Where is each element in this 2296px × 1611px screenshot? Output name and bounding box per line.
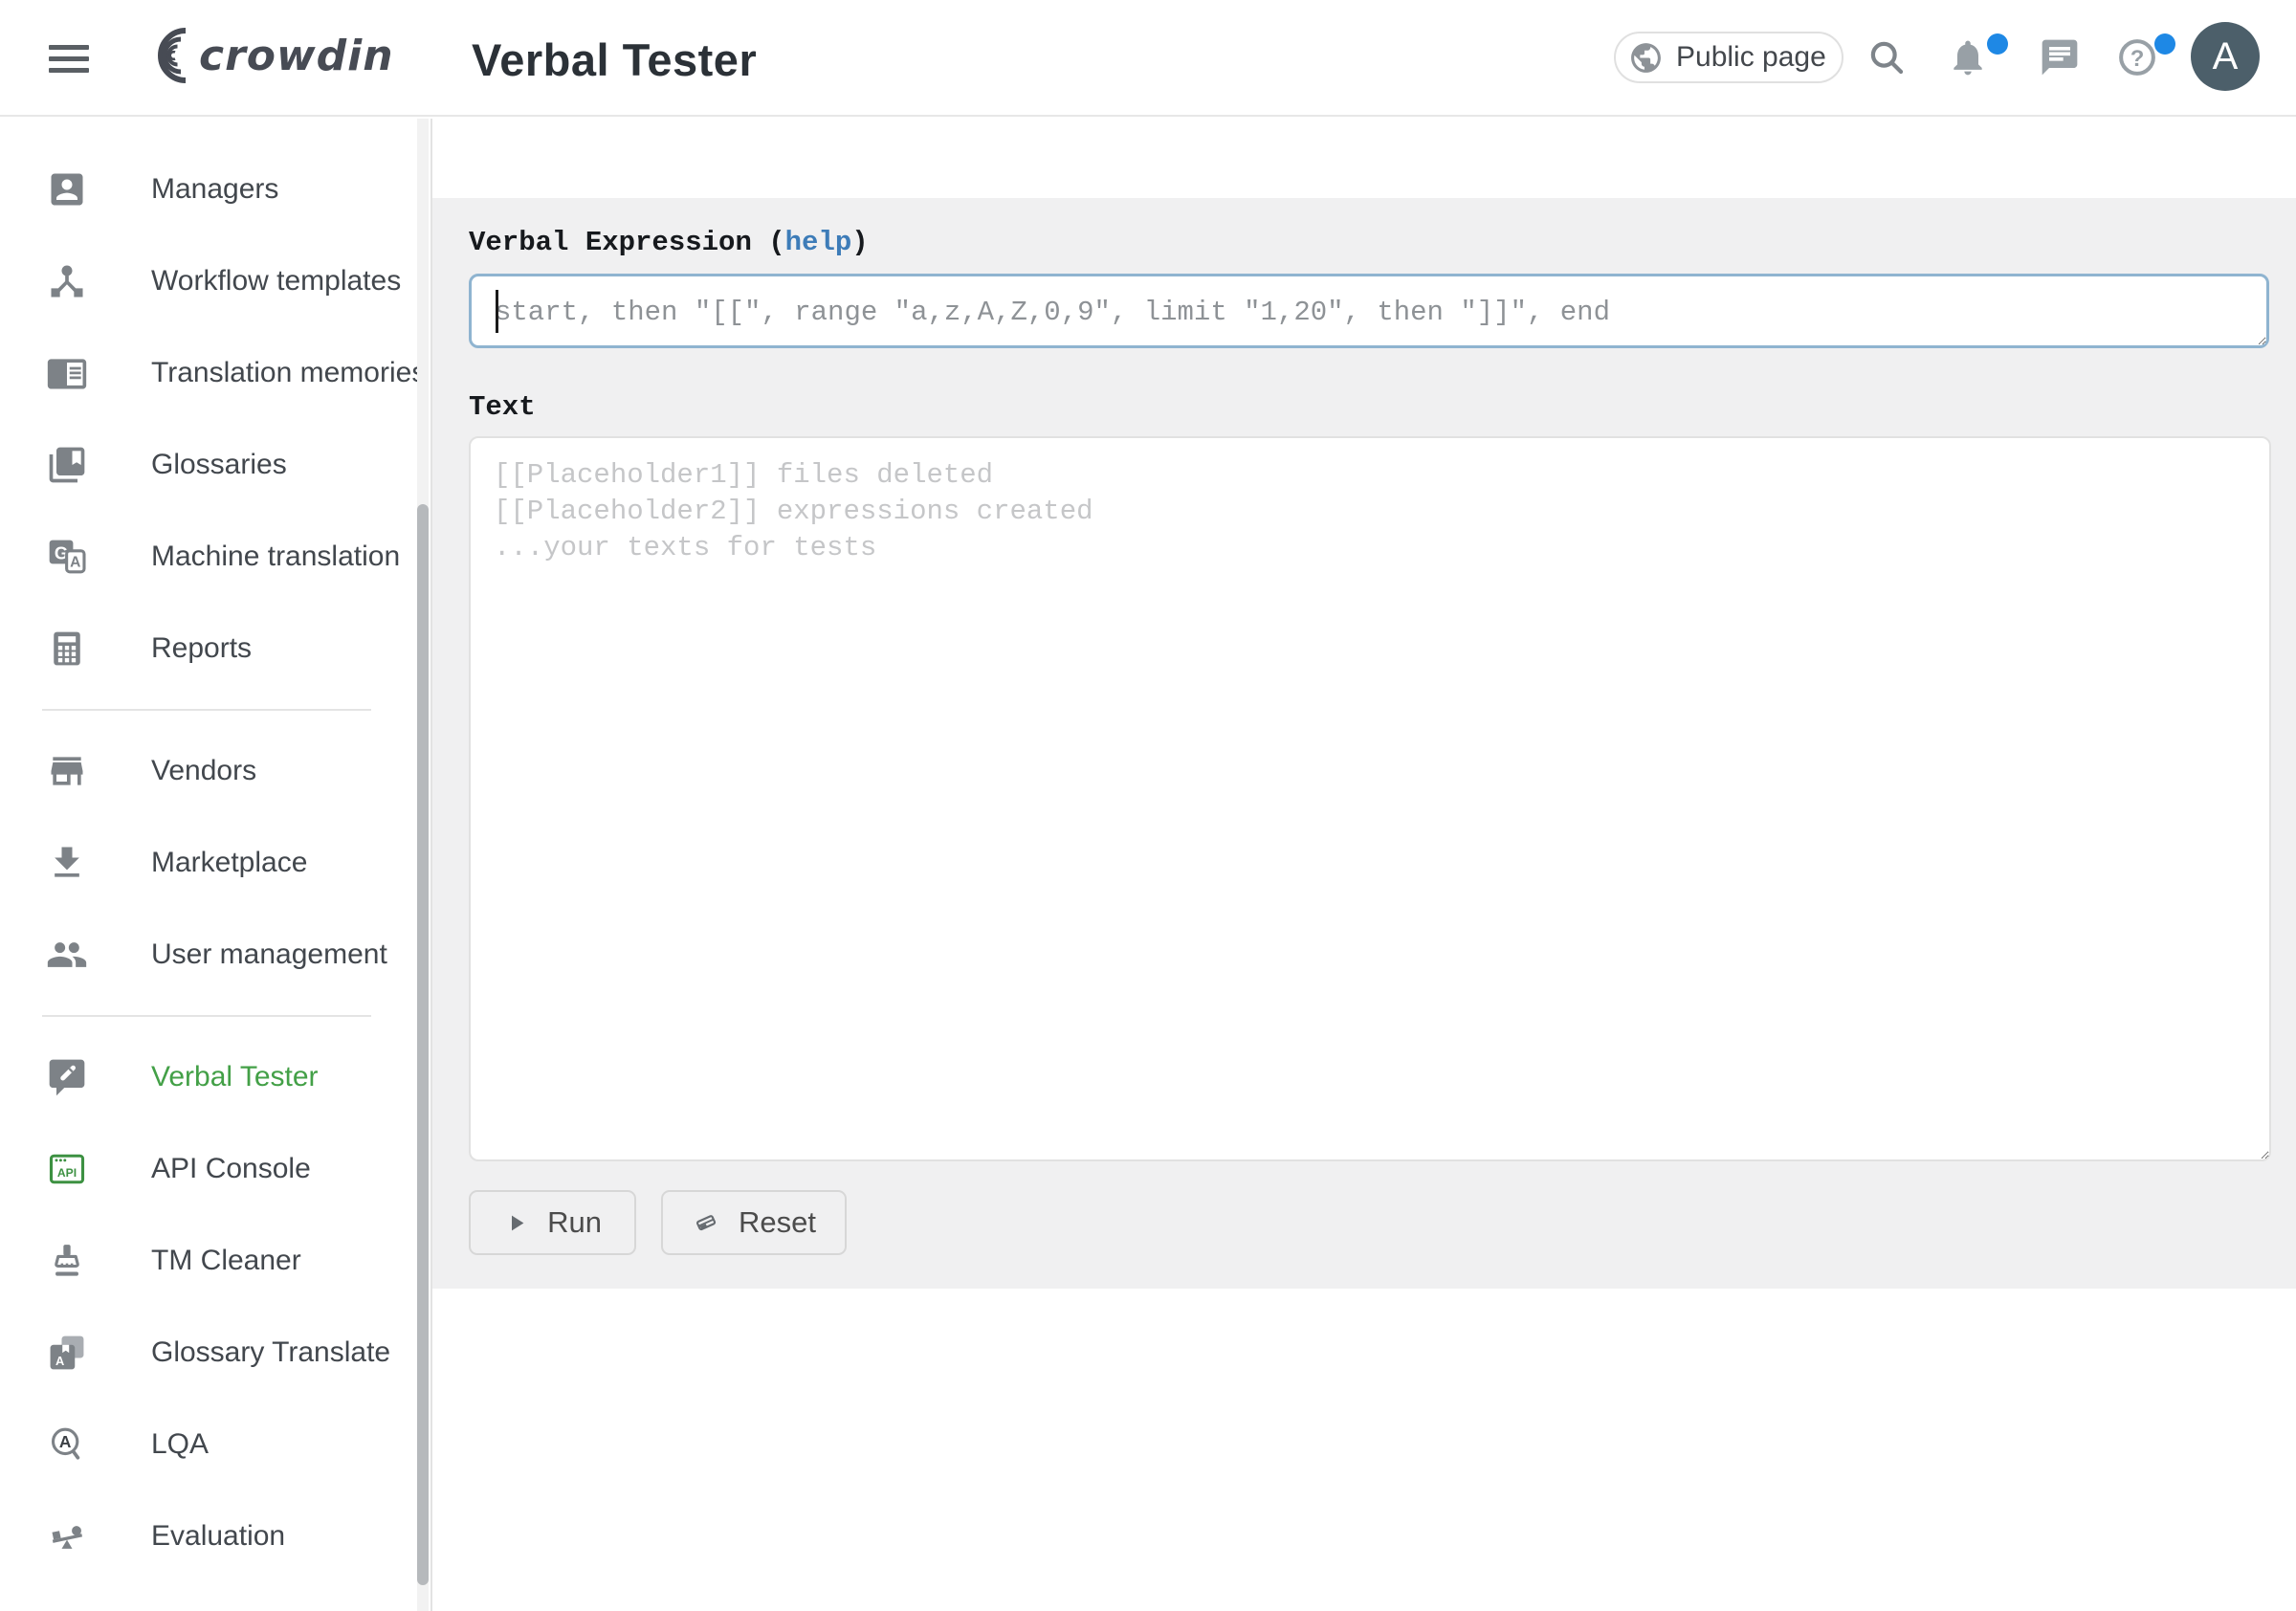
sidebar-item-api-console[interactable]: API API Console bbox=[0, 1123, 430, 1215]
sidebar-item-label: TM Cleaner bbox=[151, 1245, 301, 1277]
verbal-tester-icon bbox=[46, 1056, 88, 1098]
text-input[interactable] bbox=[469, 436, 2271, 1161]
help-badge-dot bbox=[2154, 33, 2175, 55]
sidebar-item-label: Glossaries bbox=[151, 449, 287, 481]
sidebar-item-lqa[interactable]: A LQA bbox=[0, 1399, 430, 1490]
tm-cleaner-icon bbox=[46, 1240, 88, 1282]
messages-icon[interactable] bbox=[2039, 36, 2081, 78]
sidebar-section-divider bbox=[42, 1015, 371, 1017]
expression-label-close: ) bbox=[851, 227, 868, 258]
sidebar-item-label: Verbal Tester bbox=[151, 1061, 319, 1093]
notifications-badge-dot bbox=[1987, 33, 2008, 55]
sidebar-item-reports[interactable]: Reports bbox=[0, 603, 430, 695]
glossaries-icon bbox=[46, 444, 88, 486]
sidebar-item-label: Translation memories bbox=[151, 357, 426, 389]
verbal-tester-panel: Verbal Expression (help) Text Run bbox=[432, 198, 2296, 1289]
sidebar-item-user-management[interactable]: User management bbox=[0, 909, 430, 1001]
sidebar-item-label: LQA bbox=[151, 1428, 209, 1461]
play-icon bbox=[503, 1210, 529, 1236]
expression-input-wrapper bbox=[469, 274, 2269, 353]
expression-label-text: Verbal Expression ( bbox=[469, 227, 785, 258]
reset-button-label: Reset bbox=[739, 1205, 816, 1240]
sidebar-scrollbar-thumb[interactable] bbox=[417, 504, 429, 1585]
page-title: Verbal Tester bbox=[472, 33, 757, 86]
text-cursor bbox=[496, 290, 498, 333]
logo-wordmark: crowdin bbox=[199, 32, 394, 80]
main-content: Verbal Expression (help) Text Run bbox=[432, 119, 2296, 1611]
sidebar: Managers Workflow templates Translation … bbox=[0, 119, 432, 1611]
sidebar-item-glossary-translate[interactable]: A Glossary Translate bbox=[0, 1307, 430, 1399]
sidebar-item-label: Marketplace bbox=[151, 847, 307, 879]
api-console-icon: API bbox=[46, 1148, 88, 1190]
sidebar-nav: Managers Workflow templates Translation … bbox=[0, 119, 430, 1582]
expression-input[interactable] bbox=[469, 274, 2269, 348]
reset-button[interactable]: Reset bbox=[661, 1190, 847, 1255]
sidebar-item-label: Managers bbox=[151, 173, 278, 206]
sidebar-item-label: Reports bbox=[151, 632, 252, 665]
text-label: Text bbox=[469, 391, 2269, 423]
sidebar-item-evaluation[interactable]: Evaluation bbox=[0, 1490, 430, 1582]
glossary-translate-icon: A bbox=[46, 1332, 88, 1374]
sidebar-item-label: Workflow templates bbox=[151, 265, 401, 298]
run-button-label: Run bbox=[547, 1205, 602, 1240]
public-page-button[interactable]: Public page bbox=[1614, 32, 1843, 83]
public-page-label: Public page bbox=[1676, 41, 1826, 74]
workflow-templates-icon bbox=[46, 260, 88, 302]
sidebar-item-tm-cleaner[interactable]: TM Cleaner bbox=[0, 1215, 430, 1307]
help-icon[interactable]: ? bbox=[2116, 36, 2158, 78]
sidebar-scrollbar-track bbox=[417, 119, 429, 1611]
sidebar-section-divider bbox=[42, 709, 371, 711]
top-header: crowdin Verbal Tester Public page ? A bbox=[0, 0, 2296, 117]
sidebar-item-machine-translation[interactable]: G A Machine translation bbox=[0, 511, 430, 603]
search-icon[interactable] bbox=[1866, 36, 1908, 78]
sidebar-item-marketplace[interactable]: Marketplace bbox=[0, 817, 430, 909]
avatar-letter: A bbox=[2213, 35, 2239, 78]
sidebar-item-label: API Console bbox=[151, 1153, 311, 1185]
user-management-icon bbox=[46, 934, 88, 976]
avatar[interactable]: A bbox=[2191, 22, 2260, 91]
reports-icon bbox=[46, 628, 88, 670]
svg-text:API: API bbox=[57, 1166, 77, 1180]
lqa-icon: A bbox=[46, 1423, 88, 1466]
svg-text:A: A bbox=[55, 1354, 64, 1368]
notifications-bell-icon[interactable] bbox=[1947, 36, 1989, 78]
run-button[interactable]: Run bbox=[469, 1190, 636, 1255]
sidebar-item-label: Machine translation bbox=[151, 541, 400, 573]
sidebar-item-label: Vendors bbox=[151, 755, 256, 787]
eraser-icon bbox=[692, 1208, 720, 1237]
crowdin-logo[interactable]: crowdin bbox=[126, 27, 423, 84]
hamburger-menu-icon[interactable] bbox=[49, 45, 89, 73]
sidebar-item-workflow-templates[interactable]: Workflow templates bbox=[0, 235, 430, 327]
machine-translation-icon: G A bbox=[46, 536, 88, 578]
globe-icon bbox=[1628, 40, 1664, 76]
sidebar-item-translation-memories[interactable]: Translation memories bbox=[0, 327, 430, 419]
marketplace-icon bbox=[46, 842, 88, 884]
sidebar-item-label: Evaluation bbox=[151, 1520, 285, 1553]
sidebar-item-glossaries[interactable]: Glossaries bbox=[0, 419, 430, 511]
sidebar-item-label: Glossary Translate bbox=[151, 1336, 390, 1369]
translation-memories-icon bbox=[46, 352, 88, 394]
help-link[interactable]: help bbox=[785, 227, 852, 258]
sidebar-item-verbal-tester[interactable]: Verbal Tester bbox=[0, 1031, 430, 1123]
sidebar-item-label: User management bbox=[151, 938, 387, 971]
svg-text:?: ? bbox=[2130, 46, 2145, 72]
vendors-icon bbox=[46, 750, 88, 792]
sidebar-item-vendors[interactable]: Vendors bbox=[0, 725, 430, 817]
svg-text:A: A bbox=[59, 1432, 72, 1451]
sidebar-item-managers[interactable]: Managers bbox=[0, 143, 430, 235]
expression-label: Verbal Expression (help) bbox=[469, 227, 2269, 258]
managers-icon bbox=[46, 168, 88, 210]
button-row: Run Reset bbox=[469, 1190, 2269, 1255]
svg-text:A: A bbox=[70, 555, 80, 571]
evaluation-icon bbox=[46, 1515, 88, 1557]
